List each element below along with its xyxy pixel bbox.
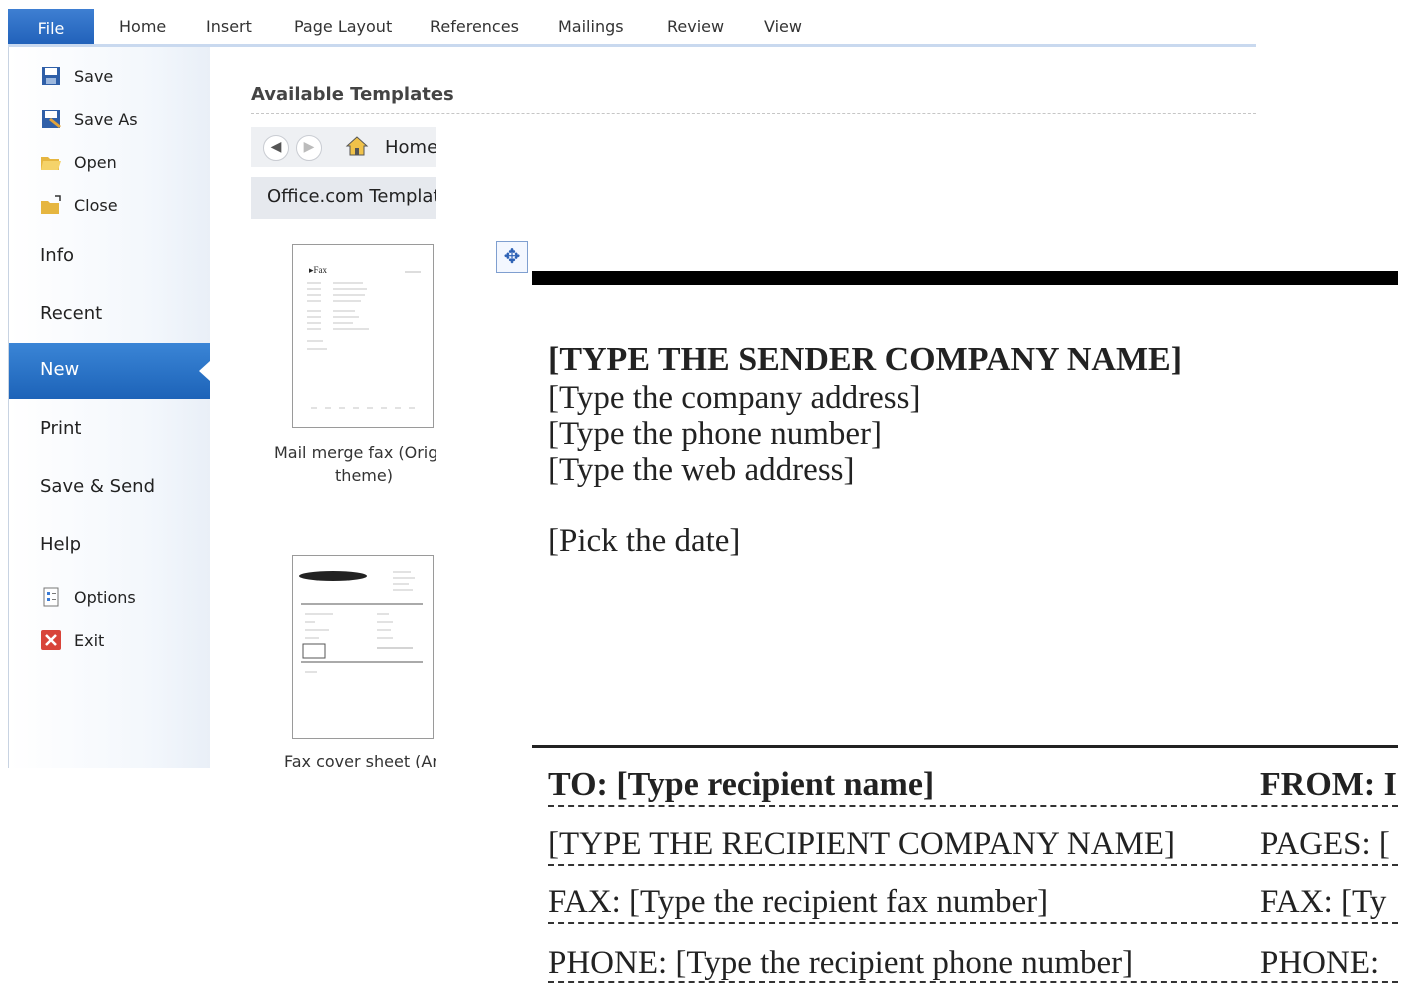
recent-tab[interactable]: Recent xyxy=(40,303,102,324)
exit-label: Exit xyxy=(74,630,105,650)
close-folder-icon xyxy=(41,195,61,214)
new-tab[interactable]: New xyxy=(9,343,210,399)
pages-field[interactable]: PAGES: [ xyxy=(1260,826,1390,863)
file-tab-label: File xyxy=(37,18,65,38)
recipient-phone-number[interactable]: PHONE: [Type the recipient phone number] xyxy=(548,945,1133,982)
header-bar xyxy=(532,271,1398,285)
office-com-templates-label: Office.com Templat xyxy=(267,186,441,207)
options-icon xyxy=(43,587,59,607)
fax-table-top-rule xyxy=(532,745,1398,748)
info-tab[interactable]: Info xyxy=(40,245,74,266)
options-label: Options xyxy=(74,587,136,607)
date-picker[interactable]: [Pick the date] xyxy=(548,523,740,560)
ribbon: File Home Insert Page Layout References … xyxy=(0,0,1256,48)
svg-text:▸Fax: ▸Fax xyxy=(309,265,328,275)
row-divider xyxy=(548,922,1398,924)
save-icon xyxy=(42,67,60,85)
company-address[interactable]: [Type the company address] xyxy=(548,380,920,417)
save-as-icon xyxy=(42,110,61,128)
tab-home[interactable]: Home xyxy=(119,17,166,36)
web-address[interactable]: [Type the web address] xyxy=(548,452,855,489)
template-caption-line1: Mail merge fax (Orig xyxy=(274,443,439,462)
available-templates-heading: Available Templates xyxy=(251,84,454,105)
print-tab[interactable]: Print xyxy=(40,418,81,439)
save-label: Save xyxy=(74,66,114,86)
row-divider xyxy=(548,864,1398,866)
sender-fax-field[interactable]: FAX: [Ty xyxy=(1260,884,1386,921)
tab-review[interactable]: Review xyxy=(667,17,724,36)
close-button[interactable]: Close xyxy=(40,194,118,216)
tab-view[interactable]: View xyxy=(764,17,802,36)
template-thumbnail-mail-merge-fax[interactable]: ▸Fax xyxy=(292,244,434,428)
open-label: Open xyxy=(74,152,117,172)
backstage-sidebar: Save Save As Open Close Info Recent New … xyxy=(8,47,211,768)
recipient-name[interactable]: TO: [Type recipient name] xyxy=(548,766,934,804)
save-as-label: Save As xyxy=(74,109,138,129)
file-tab[interactable]: File xyxy=(8,9,94,47)
recipient-company-name[interactable]: [TYPE THE RECIPIENT COMPANY NAME] xyxy=(548,826,1175,863)
template-nav-bar: ◀ ▶ Home xyxy=(251,127,438,167)
tab-references[interactable]: References xyxy=(430,17,519,36)
from-field[interactable]: FROM: I xyxy=(1260,766,1397,804)
open-folder-icon xyxy=(41,157,61,170)
row-divider xyxy=(548,805,1398,807)
forward-arrow-icon[interactable]: ▶ xyxy=(296,135,322,161)
options-button[interactable]: Options xyxy=(40,586,136,608)
sender-company-name[interactable]: [TYPE THE SENDER COMPANY NAME] xyxy=(548,341,1182,379)
template-caption-line2: theme) xyxy=(335,466,393,485)
template-thumbnail-fax-cover-sheet[interactable] xyxy=(292,555,434,739)
back-arrow-icon[interactable]: ◀ xyxy=(263,135,289,161)
tab-insert[interactable]: Insert xyxy=(206,17,252,36)
exit-icon xyxy=(41,630,61,650)
home-breadcrumb[interactable]: Home xyxy=(385,137,438,158)
fax-preview-image: ▸Fax xyxy=(307,265,421,409)
fax-cover-preview-image xyxy=(299,571,423,673)
save-send-tab[interactable]: Save & Send xyxy=(40,476,155,497)
exit-button[interactable]: Exit xyxy=(40,629,104,651)
new-tab-label: New xyxy=(40,359,80,380)
row-divider xyxy=(548,981,1398,983)
heading-divider xyxy=(251,113,1256,114)
open-button[interactable]: Open xyxy=(40,151,117,173)
close-label: Close xyxy=(74,195,118,215)
save-as-button[interactable]: Save As xyxy=(40,108,138,130)
save-button[interactable]: Save xyxy=(40,65,113,87)
recipient-fax-number[interactable]: FAX: [Type the recipient fax number] xyxy=(548,884,1048,921)
sender-phone-field[interactable]: PHONE: xyxy=(1260,945,1379,982)
help-tab[interactable]: Help xyxy=(40,534,81,555)
tab-page-layout[interactable]: Page Layout xyxy=(294,17,392,36)
tab-mailings[interactable]: Mailings xyxy=(558,17,624,36)
office-com-templates-bar[interactable]: Office.com Templat xyxy=(251,177,441,219)
home-icon[interactable] xyxy=(345,135,369,157)
phone-number[interactable]: [Type the phone number] xyxy=(548,416,882,453)
table-move-handle-icon[interactable]: ✥ xyxy=(496,241,528,273)
